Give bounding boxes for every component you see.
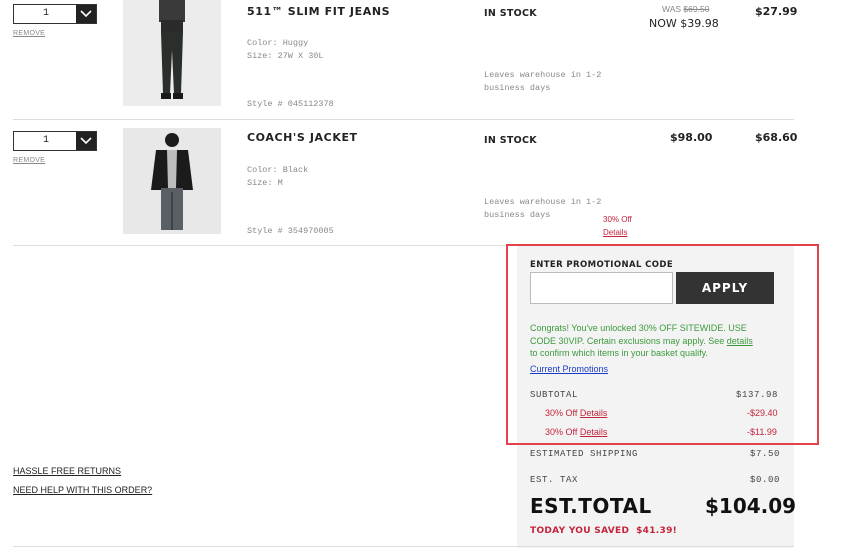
hassle-free-returns-link[interactable]: HASSLE FREE RETURNS <box>13 466 121 476</box>
total-label: EST.TOTAL <box>530 494 652 518</box>
tax-value: $0.00 <box>750 475 781 485</box>
jeans-model-image <box>123 0 221 106</box>
was-price-value: $69.50 <box>683 4 710 14</box>
product-style: Style # 045112378 <box>247 99 334 109</box>
divider <box>13 245 517 246</box>
divider <box>13 546 794 547</box>
product-size: Size: M <box>247 178 283 188</box>
product-color: Color: Black <box>247 165 309 175</box>
total-value: $104.09 <box>705 494 797 518</box>
quantity-select-item-2[interactable]: 1 <box>13 131 97 151</box>
dropdown-arrow[interactable] <box>76 132 96 150</box>
product-name[interactable]: 511™ SLIM FIT JEANS <box>247 5 390 18</box>
chevron-down-icon <box>80 10 92 18</box>
line-total: $27.99 <box>755 5 798 18</box>
savings-text: TODAY YOU SAVED $41.39! <box>530 526 677 536</box>
jacket-model-image <box>123 128 221 234</box>
quantity-value: 1 <box>42 135 49 146</box>
stock-status: IN STOCK <box>484 135 537 146</box>
was-label: WAS <box>662 4 684 14</box>
dropdown-arrow[interactable] <box>76 5 96 23</box>
unit-price: $98.00 <box>670 131 713 144</box>
savings-value: $41.39! <box>636 526 678 536</box>
product-size: Size: 27W X 30L <box>247 51 324 61</box>
product-image-jeans[interactable] <box>123 0 221 106</box>
product-color: Color: Huggy <box>247 38 309 48</box>
shipping-label: ESTIMATED SHIPPING <box>530 449 639 459</box>
stock-status: IN STOCK <box>484 8 537 19</box>
divider <box>13 119 794 120</box>
item-promo-details-link[interactable]: Details <box>603 228 627 237</box>
shipping-estimate: Leaves warehouse in 1-2 business days <box>484 197 602 220</box>
quantity-select-item-1[interactable]: 1 <box>13 4 97 24</box>
now-price: NOW $39.98 <box>649 17 719 30</box>
shipping-estimate: Leaves warehouse in 1-2 business days <box>484 70 602 93</box>
product-style: Style # 354970005 <box>247 226 334 236</box>
product-image-jacket[interactable] <box>123 128 221 234</box>
product-name[interactable]: COACH'S JACKET <box>247 131 358 144</box>
line-total: $68.60 <box>755 131 798 144</box>
item-promo-label: 30% Off <box>603 215 632 224</box>
promo-highlight-box <box>506 244 819 445</box>
quantity-value: 1 <box>42 8 49 19</box>
shipping-value: $7.50 <box>750 449 781 459</box>
remove-link-item-2[interactable]: REMOVE <box>13 157 45 164</box>
tax-label: EST. TAX <box>530 475 579 485</box>
chevron-down-icon <box>80 137 92 145</box>
was-price: WAS $69.50 <box>662 4 709 14</box>
remove-link-item-1[interactable]: REMOVE <box>13 30 45 37</box>
order-help-link[interactable]: NEED HELP WITH THIS ORDER? <box>13 485 152 495</box>
savings-label: TODAY YOU SAVED <box>530 526 630 536</box>
